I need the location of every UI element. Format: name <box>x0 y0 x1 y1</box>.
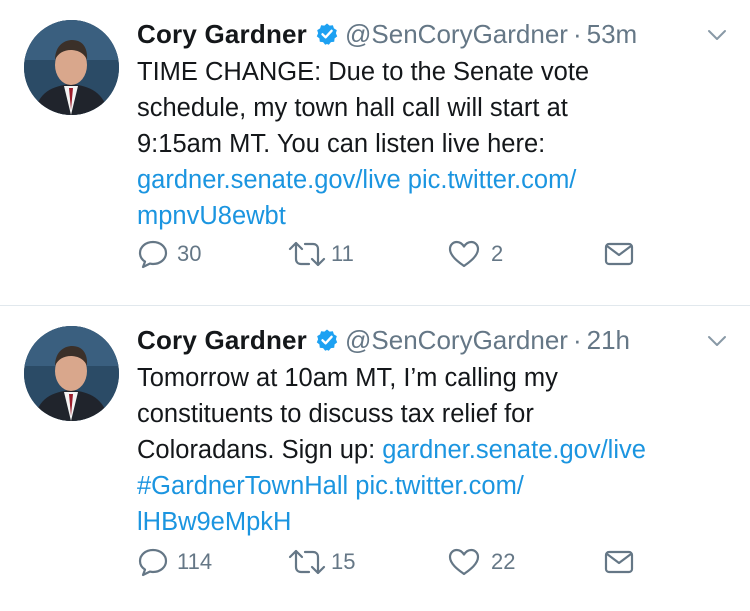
tweet-link[interactable]: lHBw9eMpkH <box>137 508 291 536</box>
chevron-down-icon[interactable] <box>706 332 728 350</box>
tweet-text-line: Coloradans. Sign up: gardner.senate.gov/… <box>137 432 730 468</box>
author-name[interactable]: Cory Gardner <box>137 19 307 50</box>
reply-icon <box>138 548 168 577</box>
text-segment: TIME CHANGE: Due to the Senate vote <box>137 58 590 86</box>
reply-icon <box>138 240 168 269</box>
tweet[interactable]: Cory Gardner @SenCoryGardner · 53m TIME … <box>0 0 750 305</box>
text-segment: Tomorrow at 10am MT, I’m calling my <box>137 364 558 392</box>
text-segment: 9:15am MT. You can listen live here: <box>137 130 546 158</box>
verified-badge-icon <box>316 329 338 351</box>
tweet-link[interactable]: mpnvU8ewbt <box>137 202 286 230</box>
retweet-icon <box>288 241 326 267</box>
tweet-text-line: schedule, my town hall call will start a… <box>137 90 730 126</box>
text-segment: Coloradans. Sign up: <box>137 436 383 464</box>
separator-dot: · <box>572 18 582 49</box>
like-button[interactable]: 22 <box>447 546 515 578</box>
tweet-text-line: 9:15am MT. You can listen live here: <box>137 126 730 162</box>
tweet-text-line: mpnvU8ewbt <box>137 198 730 234</box>
like-count: 22 <box>491 549 516 574</box>
text-segment: schedule, my town hall call will start a… <box>137 94 568 122</box>
direct-message-icon <box>604 550 634 574</box>
tweet-text-line: TIME CHANGE: Due to the Senate vote <box>137 54 730 90</box>
tweet[interactable]: Cory Gardner @SenCoryGardner · 21h Tomor… <box>0 305 750 610</box>
tweet-timestamp[interactable]: 21h <box>587 325 630 356</box>
avatar[interactable] <box>24 20 119 115</box>
retweet-count: 11 <box>331 241 354 266</box>
chevron-down-icon[interactable] <box>706 26 728 44</box>
tweet-text: Tomorrow at 10am MT, I’m calling my cons… <box>137 360 730 540</box>
like-count: 2 <box>491 241 504 266</box>
verified-badge-icon <box>316 23 338 45</box>
tweet-text-line: constituents to discuss tax relief for <box>137 396 730 432</box>
tweet-actions: 30 11 2 <box>137 238 637 270</box>
text-segment: constituents to discuss tax relief for <box>137 400 534 428</box>
tweet-text-line: Tomorrow at 10am MT, I’m calling my <box>137 360 730 396</box>
retweet-icon <box>288 549 326 575</box>
tweet-timestamp[interactable]: 53m <box>587 19 638 50</box>
retweet-button[interactable]: 15 <box>287 546 355 578</box>
tweet-actions: 114 15 22 <box>137 546 637 578</box>
hashtag-link[interactable]: #GardnerTownHall pic.twitter.com/ <box>137 472 524 500</box>
tweet-text-line: gardner.senate.gov/live pic.twitter.com/ <box>137 162 730 198</box>
like-icon <box>448 548 480 576</box>
tweet-content: Cory Gardner @SenCoryGardner · 21h Tomor… <box>137 320 730 540</box>
like-button[interactable]: 2 <box>447 238 503 270</box>
author-handle[interactable]: @SenCoryGardner <box>345 325 568 356</box>
like-icon <box>448 240 480 268</box>
tweet-header: Cory Gardner @SenCoryGardner · 21h <box>137 320 730 360</box>
tweet-content: Cory Gardner @SenCoryGardner · 53m TIME … <box>137 14 730 234</box>
direct-message-icon <box>604 242 634 266</box>
author-handle[interactable]: @SenCoryGardner <box>345 19 568 50</box>
tweet-header: Cory Gardner @SenCoryGardner · 53m <box>137 14 730 54</box>
author-name[interactable]: Cory Gardner <box>137 325 307 356</box>
tweet-link[interactable]: gardner.senate.gov/live <box>382 436 646 464</box>
retweet-button[interactable]: 11 <box>287 238 354 270</box>
reply-button[interactable]: 30 <box>137 238 201 270</box>
direct-message-button[interactable] <box>604 238 634 270</box>
tweet-text: TIME CHANGE: Due to the Senate vote sche… <box>137 54 730 234</box>
separator-dot: · <box>572 324 582 355</box>
reply-count: 114 <box>177 549 213 574</box>
avatar[interactable] <box>24 326 119 421</box>
tweet-text-line: #GardnerTownHall pic.twitter.com/ <box>137 468 730 504</box>
reply-count: 30 <box>177 241 202 266</box>
retweet-count: 15 <box>331 549 356 574</box>
tweet-link[interactable]: gardner.senate.gov/live pic.twitter.com/ <box>137 166 576 194</box>
reply-button[interactable]: 114 <box>137 546 212 578</box>
tweet-text-line: lHBw9eMpkH <box>137 504 730 540</box>
direct-message-button[interactable] <box>604 546 634 578</box>
